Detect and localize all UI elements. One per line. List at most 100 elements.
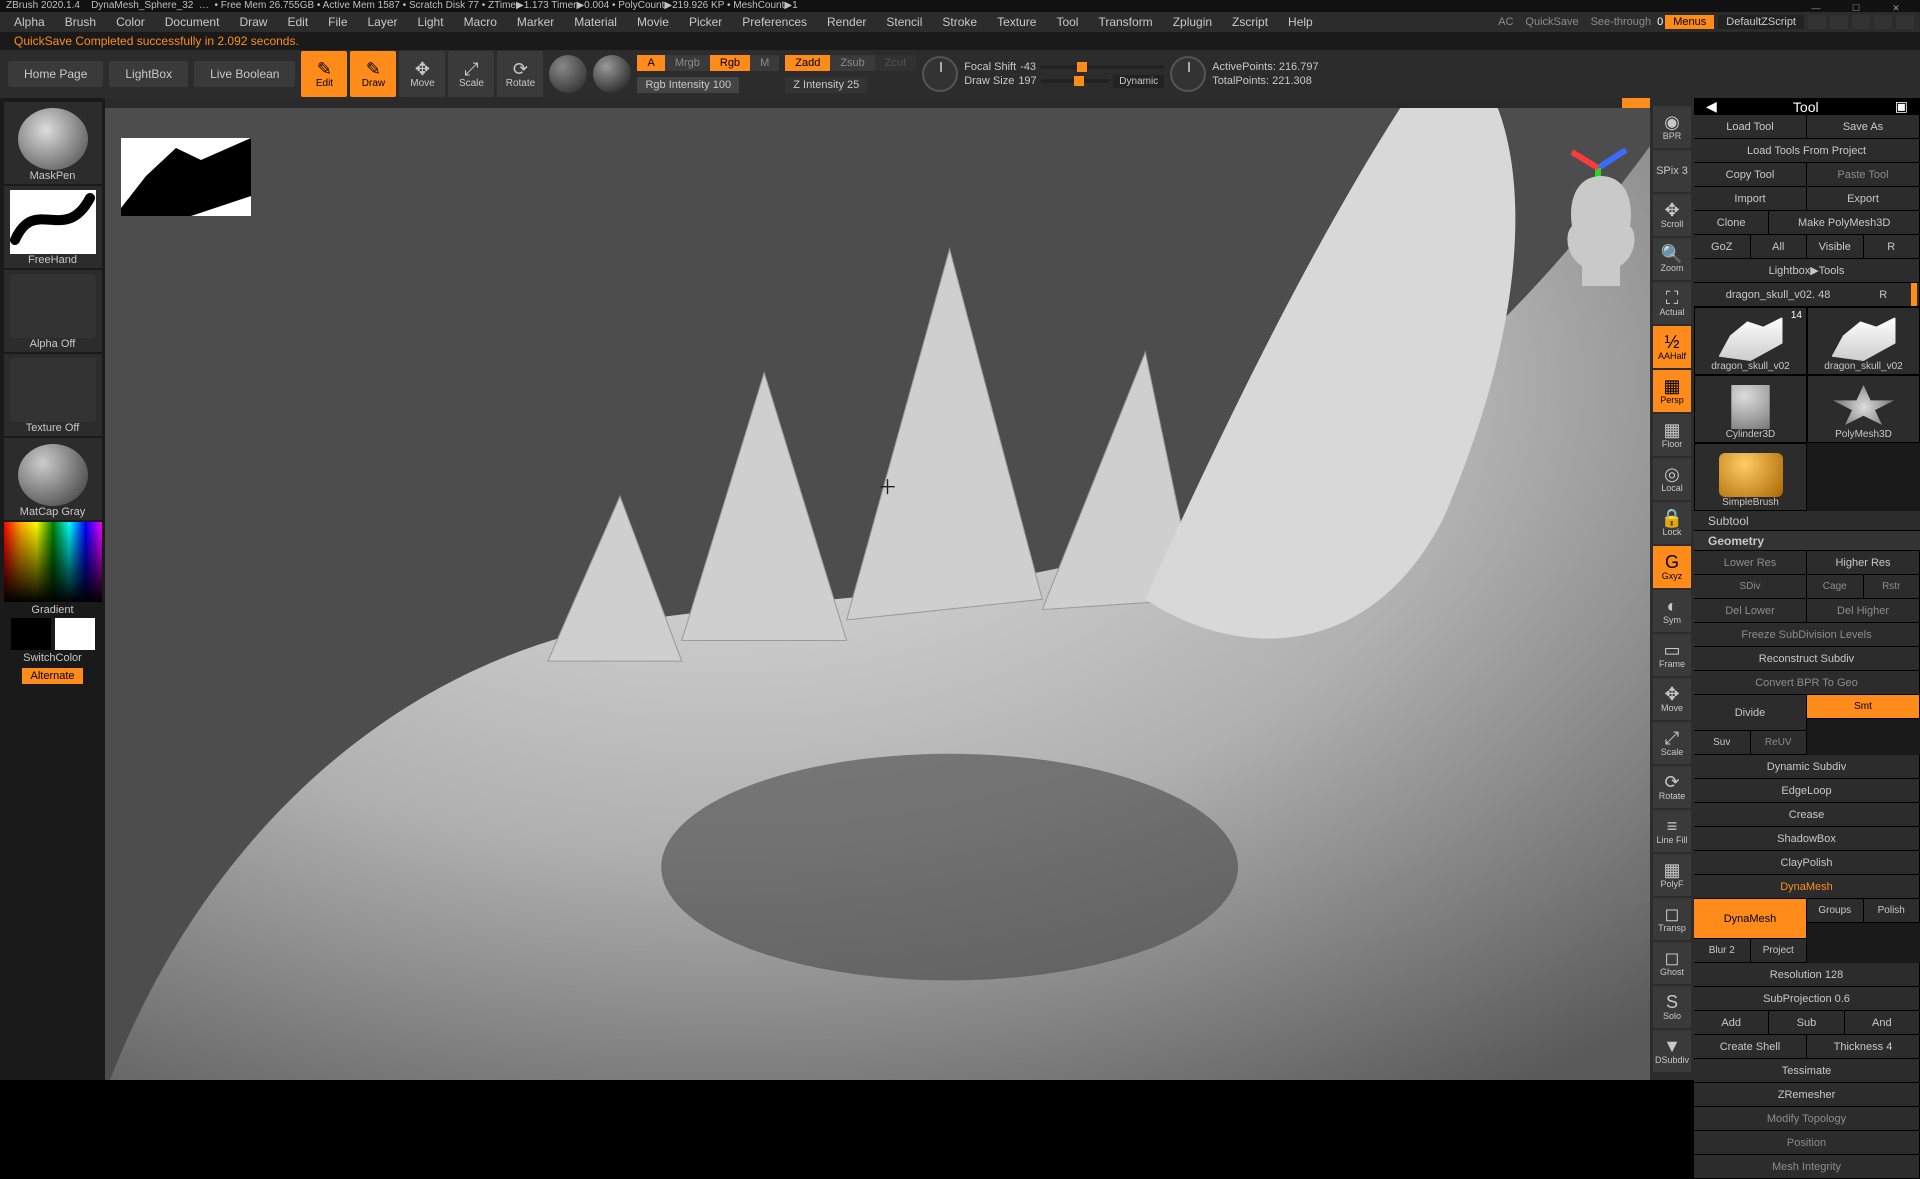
menu-picker[interactable]: Picker: [679, 15, 732, 29]
rail-rotate-button[interactable]: ⟳Rotate: [1653, 766, 1691, 808]
dynamesh-button[interactable]: DynaMesh: [1694, 899, 1807, 939]
resolution-slider[interactable]: Resolution 128: [1694, 963, 1920, 987]
goz-r-button[interactable]: R: [1864, 235, 1920, 259]
rstr-button[interactable]: Rstr: [1864, 575, 1920, 599]
rail-bpr-button[interactable]: ◉BPR: [1653, 106, 1691, 148]
layout-icon[interactable]: [1874, 15, 1892, 29]
zcut-toggle[interactable]: Zcut: [875, 55, 916, 71]
rail-zoom-button[interactable]: 🔍Zoom: [1653, 238, 1691, 280]
goz-button[interactable]: GoZ: [1694, 235, 1751, 259]
panel-collapse-icon[interactable]: ◀: [1706, 98, 1717, 115]
rail-dsubdiv-button[interactable]: ▼DSubdiv: [1653, 1030, 1691, 1072]
subprojection-slider[interactable]: SubProjection 0.6: [1694, 987, 1920, 1011]
menu-layer[interactable]: Layer: [358, 15, 408, 29]
convert-bpr-button[interactable]: Convert BPR To Geo: [1694, 671, 1920, 695]
switch-color-button[interactable]: SwitchColor: [23, 652, 82, 664]
rail-spix-3-button[interactable]: SPix 3: [1653, 150, 1691, 192]
draw-mode-button[interactable]: ✎Draw: [350, 51, 396, 97]
groups-toggle[interactable]: Groups: [1807, 899, 1864, 923]
divide-button[interactable]: Divide: [1694, 695, 1807, 731]
edit-mode-button[interactable]: ✎Edit: [301, 51, 347, 97]
alpha-slot[interactable]: Alpha Off: [4, 270, 102, 352]
rail-frame-button[interactable]: ▭Frame: [1653, 634, 1691, 676]
menu-draw[interactable]: Draw: [229, 15, 277, 29]
rail-solo-button[interactable]: SSolo: [1653, 986, 1691, 1028]
draw-size-slider[interactable]: [1041, 79, 1110, 83]
rail-move-button[interactable]: ✥Move: [1653, 678, 1691, 720]
menu-alpha[interactable]: Alpha: [4, 15, 55, 29]
rail-transp-button[interactable]: ◻Transp: [1653, 898, 1691, 940]
default-zscript[interactable]: DefaultZScript: [1718, 15, 1804, 29]
camera-head-icon[interactable]: [1556, 168, 1646, 288]
quicksave-button[interactable]: QuickSave: [1525, 16, 1578, 28]
material-slot[interactable]: MatCap Gray: [4, 438, 102, 520]
del-lower-button[interactable]: Del Lower: [1694, 599, 1807, 623]
tool-thumb-cylinder3d[interactable]: Cylinder3D: [1694, 375, 1807, 443]
dynamic-toggle[interactable]: Dynamic: [1113, 75, 1164, 88]
thickness-slider[interactable]: Thickness 4: [1807, 1035, 1920, 1059]
seethrough-value[interactable]: 0: [1657, 16, 1663, 28]
menu-transform[interactable]: Transform: [1088, 15, 1162, 29]
sub-button[interactable]: Sub: [1769, 1011, 1844, 1035]
rail-ghost-button[interactable]: ◻Ghost: [1653, 942, 1691, 984]
import-button[interactable]: Import: [1694, 187, 1807, 211]
rail-aahalf-button[interactable]: ½AAHalf: [1653, 326, 1691, 368]
rail-scale-button[interactable]: ⤢Scale: [1653, 722, 1691, 764]
swatch-black[interactable]: [11, 618, 51, 650]
make-polymesh-button[interactable]: Make PolyMesh3D: [1769, 211, 1920, 235]
menu-stencil[interactable]: Stencil: [876, 15, 932, 29]
material-sphere-icon[interactable]: [593, 55, 631, 93]
move-mode-button[interactable]: ✥Move: [399, 51, 445, 97]
rail-lock-button[interactable]: 🔒Lock: [1653, 502, 1691, 544]
zsub-toggle[interactable]: Zsub: [830, 55, 874, 71]
rail-floor-button[interactable]: ▦Floor: [1653, 414, 1691, 456]
menu-texture[interactable]: Texture: [987, 15, 1046, 29]
a-toggle[interactable]: A: [637, 55, 664, 71]
copy-tool-button[interactable]: Copy Tool: [1694, 163, 1807, 187]
tessimate-section[interactable]: Tessimate: [1694, 1059, 1920, 1083]
polish-toggle[interactable]: Polish: [1864, 899, 1920, 923]
color-picker[interactable]: [4, 522, 102, 602]
menu-help[interactable]: Help: [1278, 15, 1323, 29]
load-tool-button[interactable]: Load Tool: [1694, 115, 1807, 139]
dynamic-subdiv-section[interactable]: Dynamic Subdiv: [1694, 755, 1920, 779]
tool-thumb-simplebrush[interactable]: SimpleBrush: [1694, 443, 1807, 511]
menu-file[interactable]: File: [318, 15, 357, 29]
layout-icon[interactable]: [1808, 15, 1826, 29]
menu-marker[interactable]: Marker: [507, 15, 564, 29]
tool-thumb-dragon_skull_v02[interactable]: 14dragon_skull_v02: [1694, 307, 1807, 375]
del-higher-button[interactable]: Del Higher: [1807, 599, 1920, 623]
save-as-button[interactable]: Save As: [1807, 115, 1920, 139]
viewport[interactable]: ＋: [105, 98, 1650, 1080]
clone-button[interactable]: Clone: [1694, 211, 1769, 235]
paste-tool-button[interactable]: Paste Tool: [1807, 163, 1920, 187]
menu-movie[interactable]: Movie: [627, 15, 679, 29]
dynamesh-section[interactable]: DynaMesh: [1694, 875, 1920, 899]
export-button[interactable]: Export: [1807, 187, 1920, 211]
mrgb-toggle[interactable]: Mrgb: [665, 55, 710, 71]
crease-section[interactable]: Crease: [1694, 803, 1920, 827]
reuv-toggle[interactable]: ReUV: [1751, 731, 1808, 755]
menu-light[interactable]: Light: [408, 15, 454, 29]
menu-zscript[interactable]: Zscript: [1222, 15, 1278, 29]
cage-button[interactable]: Cage: [1807, 575, 1864, 599]
brush-slot[interactable]: MaskPen: [4, 102, 102, 184]
tool-name-slider[interactable]: dragon_skull_v02. 48 R: [1694, 283, 1920, 307]
size-dial-icon[interactable]: [1170, 56, 1206, 92]
modify-topology-section[interactable]: Modify Topology: [1694, 1107, 1920, 1131]
rail-line-fill-button[interactable]: ≡Line Fill: [1653, 810, 1691, 852]
zadd-toggle[interactable]: Zadd: [785, 55, 830, 71]
menu-material[interactable]: Material: [564, 15, 627, 29]
zremesher-section[interactable]: ZRemesher: [1694, 1083, 1920, 1107]
menu-stroke[interactable]: Stroke: [932, 15, 987, 29]
layout-icon[interactable]: [1852, 15, 1870, 29]
tool-thumb-dragon_skull_v02[interactable]: dragon_skull_v02: [1807, 307, 1920, 375]
focal-shift-slider[interactable]: [1040, 65, 1164, 69]
blur-slider[interactable]: Blur 2: [1694, 939, 1751, 963]
live-boolean-tab[interactable]: Live Boolean: [194, 61, 295, 87]
menu-preferences[interactable]: Preferences: [732, 15, 817, 29]
layout-icon[interactable]: [1830, 15, 1848, 29]
freeze-subdiv-button[interactable]: Freeze SubDivision Levels: [1694, 623, 1920, 647]
goz-all-button[interactable]: All: [1751, 235, 1808, 259]
m-toggle[interactable]: M: [750, 55, 779, 71]
